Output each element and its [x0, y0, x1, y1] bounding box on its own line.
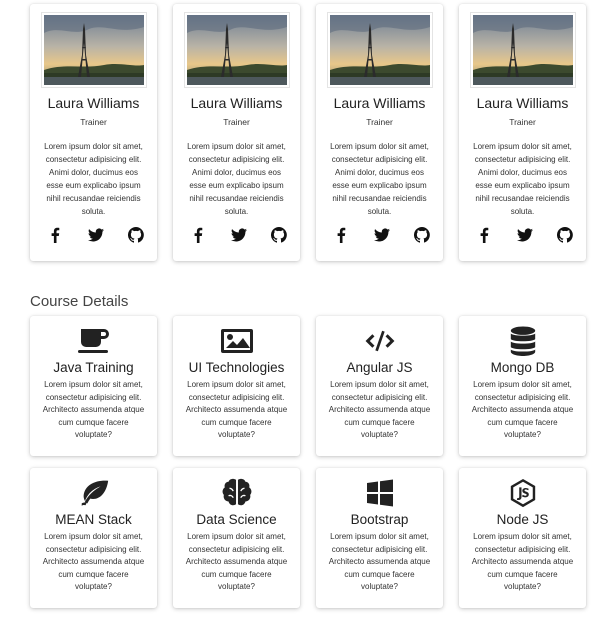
social-links: [30, 226, 157, 244]
github-icon[interactable]: [127, 226, 145, 244]
course-title: UI Technologies: [188, 360, 285, 375]
twitter-icon[interactable]: [230, 226, 248, 244]
course-title: Node JS: [496, 512, 549, 527]
course-card[interactable]: MEAN Stack Lorem ipsum dolor sit amet, c…: [30, 468, 157, 608]
course-title: Java Training: [53, 360, 134, 375]
social-links: [316, 226, 443, 244]
trainer-name: Laura Williams: [190, 95, 283, 111]
trainer-card: Laura Williams Trainer Lorem ipsum dolor…: [316, 4, 443, 261]
trainer-cards-row: Laura Williams Trainer Lorem ipsum dolor…: [30, 4, 586, 261]
course-description: Lorem ipsum dolor sit amet, consectetur …: [328, 532, 431, 591]
trainer-role: Trainer: [223, 117, 250, 127]
trainer-card: Laura Williams Trainer Lorem ipsum dolor…: [30, 4, 157, 261]
trainer-role: Trainer: [509, 117, 536, 127]
trainer-photo: [469, 12, 576, 88]
section-title: Course Details: [30, 293, 129, 310]
facebook-icon[interactable]: [46, 226, 64, 244]
trainer-card: Laura Williams Trainer Lorem ipsum dolor…: [173, 4, 300, 261]
trainer-name: Laura Williams: [476, 95, 569, 111]
course-cards-row: Java Training Lorem ipsum dolor sit amet…: [30, 316, 586, 456]
trainer-photo: [326, 12, 433, 88]
brain-icon: [173, 478, 300, 508]
course-description: Lorem ipsum dolor sit amet, consectetur …: [185, 532, 288, 591]
social-links: [459, 226, 586, 244]
trainer-description: Lorem ipsum dolor sit amet, consectetur …: [473, 142, 572, 216]
course-card[interactable]: Bootstrap Lorem ipsum dolor sit amet, co…: [316, 468, 443, 608]
course-card[interactable]: Node JS Lorem ipsum dolor sit amet, cons…: [459, 468, 586, 608]
facebook-icon[interactable]: [189, 226, 207, 244]
course-card[interactable]: Mongo DB Lorem ipsum dolor sit amet, con…: [459, 316, 586, 456]
code-icon: [316, 326, 443, 356]
trainer-name: Laura Williams: [47, 95, 140, 111]
leaf-icon: [30, 478, 157, 508]
course-title: Angular JS: [346, 360, 413, 375]
trainer-card: Laura Williams Trainer Lorem ipsum dolor…: [459, 4, 586, 261]
trainer-description: Lorem ipsum dolor sit amet, consectetur …: [187, 142, 286, 216]
course-description: Lorem ipsum dolor sit amet, consectetur …: [328, 380, 431, 439]
github-icon[interactable]: [270, 226, 288, 244]
trainer-role: Trainer: [366, 117, 393, 127]
twitter-icon[interactable]: [516, 226, 534, 244]
course-card[interactable]: Java Training Lorem ipsum dolor sit amet…: [30, 316, 157, 456]
twitter-icon[interactable]: [373, 226, 391, 244]
github-icon[interactable]: [413, 226, 431, 244]
coffee-cup-icon: [30, 326, 157, 356]
course-cards-row: MEAN Stack Lorem ipsum dolor sit amet, c…: [30, 468, 586, 608]
facebook-icon[interactable]: [332, 226, 350, 244]
trainer-description: Lorem ipsum dolor sit amet, consectetur …: [44, 142, 143, 216]
windows-icon: [316, 478, 443, 508]
facebook-icon[interactable]: [475, 226, 493, 244]
trainer-description: Lorem ipsum dolor sit amet, consectetur …: [330, 142, 429, 216]
course-title: Bootstrap: [350, 512, 409, 527]
trainer-photo: [183, 12, 290, 88]
course-description: Lorem ipsum dolor sit amet, consectetur …: [185, 380, 288, 439]
trainer-role: Trainer: [80, 117, 107, 127]
trainer-name: Laura Williams: [333, 95, 426, 111]
course-card[interactable]: UI Technologies Lorem ipsum dolor sit am…: [173, 316, 300, 456]
database-icon: [459, 326, 586, 356]
course-description: Lorem ipsum dolor sit amet, consectetur …: [42, 532, 145, 591]
course-description: Lorem ipsum dolor sit amet, consectetur …: [42, 380, 145, 439]
social-links: [173, 226, 300, 244]
image-icon: [173, 326, 300, 356]
trainer-photo: [40, 12, 147, 88]
twitter-icon[interactable]: [87, 226, 105, 244]
course-card[interactable]: Angular JS Lorem ipsum dolor sit amet, c…: [316, 316, 443, 456]
course-title: MEAN Stack: [55, 512, 132, 527]
github-icon[interactable]: [556, 226, 574, 244]
course-title: Data Science: [196, 512, 277, 527]
course-card[interactable]: Data Science Lorem ipsum dolor sit amet,…: [173, 468, 300, 608]
course-title: Mongo DB: [490, 360, 555, 375]
course-description: Lorem ipsum dolor sit amet, consectetur …: [471, 380, 574, 439]
nodejs-icon: [459, 478, 586, 508]
course-description: Lorem ipsum dolor sit amet, consectetur …: [471, 532, 574, 591]
